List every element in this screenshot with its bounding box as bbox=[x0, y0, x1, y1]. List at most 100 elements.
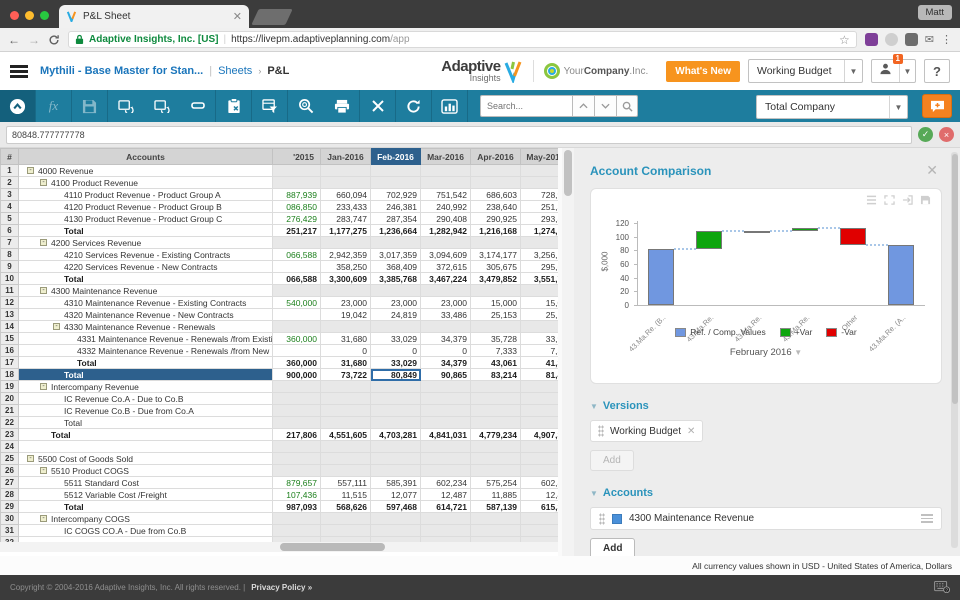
value-cell[interactable] bbox=[273, 417, 321, 429]
value-cell[interactable]: 81,45 bbox=[521, 369, 559, 381]
value-cell[interactable]: 585,391 bbox=[371, 477, 421, 489]
account-cell[interactable]: -4330 Maintenance Revenue - Renewals bbox=[19, 321, 273, 333]
value-cell[interactable]: 25,153 bbox=[471, 309, 521, 321]
value-cell[interactable] bbox=[321, 237, 371, 249]
value-cell[interactable]: 614,721 bbox=[421, 501, 471, 513]
value-cell[interactable] bbox=[471, 441, 521, 453]
value-cell[interactable]: 240,992 bbox=[421, 201, 471, 213]
search-prev-button[interactable] bbox=[572, 95, 594, 117]
value-cell[interactable]: 23,000 bbox=[321, 297, 371, 309]
chart-menu-icon[interactable] bbox=[866, 195, 877, 205]
value-cell[interactable]: 290,408 bbox=[421, 213, 471, 225]
account-cell[interactable]: IC Revenue Co.B - Due from Co.A bbox=[19, 405, 273, 417]
value-cell[interactable]: 11,885 bbox=[471, 489, 521, 501]
value-cell[interactable] bbox=[321, 393, 371, 405]
collapse-minus-icon[interactable]: - bbox=[27, 455, 34, 462]
value-cell[interactable]: 31,680 bbox=[321, 357, 371, 369]
back-icon[interactable]: ← bbox=[8, 33, 20, 47]
value-cell[interactable] bbox=[521, 417, 559, 429]
account-cell[interactable]: 4110 Product Revenue - Product Group A bbox=[19, 189, 273, 201]
close-sheet-button[interactable] bbox=[360, 90, 396, 122]
value-cell[interactable]: 290,925 bbox=[471, 213, 521, 225]
value-cell[interactable]: 372,615 bbox=[421, 261, 471, 273]
value-cell[interactable] bbox=[521, 285, 559, 297]
column-header-jan-2016[interactable]: Jan-2016 bbox=[321, 149, 371, 165]
value-cell[interactable]: 41,30 bbox=[521, 357, 559, 369]
value-cell[interactable] bbox=[471, 285, 521, 297]
browser-tab[interactable]: P&L Sheet ✕ bbox=[59, 5, 249, 28]
account-cell[interactable]: 4120 Product Revenue - Product Group B bbox=[19, 201, 273, 213]
value-cell[interactable]: 686,603 bbox=[471, 189, 521, 201]
chart-period-selector[interactable]: February 2016 ▼ bbox=[591, 347, 941, 358]
value-cell[interactable] bbox=[471, 177, 521, 189]
value-cell[interactable]: 12,43 bbox=[521, 489, 559, 501]
value-cell[interactable] bbox=[273, 393, 321, 405]
value-cell[interactable]: 1,236,664 bbox=[371, 225, 421, 237]
value-cell[interactable]: 0 bbox=[421, 345, 471, 357]
address-bar[interactable]: Adaptive Insights, Inc. [US] | https://l… bbox=[68, 31, 857, 48]
row-number[interactable]: 12 bbox=[1, 297, 19, 309]
value-cell[interactable]: 987,093 bbox=[273, 501, 321, 513]
account-cell[interactable]: Total bbox=[19, 225, 273, 237]
paste-special-button[interactable] bbox=[216, 90, 252, 122]
account-cell[interactable]: -4200 Services Revenue bbox=[19, 237, 273, 249]
page-url[interactable]: https://livepm.adaptiveplanning.com/app bbox=[231, 34, 409, 45]
value-cell[interactable] bbox=[273, 513, 321, 525]
value-cell[interactable] bbox=[321, 513, 371, 525]
value-cell[interactable] bbox=[321, 381, 371, 393]
value-cell[interactable] bbox=[471, 525, 521, 537]
collapse-minus-icon[interactable]: - bbox=[27, 167, 34, 174]
value-cell[interactable] bbox=[471, 165, 521, 177]
whats-new-button[interactable]: What's New bbox=[666, 61, 740, 82]
row-number[interactable]: 27 bbox=[1, 477, 19, 489]
value-cell[interactable] bbox=[371, 417, 421, 429]
waterfall-bar-pos[interactable] bbox=[792, 228, 818, 230]
row-number[interactable]: 31 bbox=[1, 525, 19, 537]
collapse-minus-icon[interactable]: - bbox=[40, 239, 47, 246]
value-cell[interactable]: 540,000 bbox=[273, 297, 321, 309]
waterfall-bar-ref[interactable] bbox=[648, 249, 674, 305]
column-header-accounts[interactable]: Accounts bbox=[19, 149, 273, 165]
value-cell[interactable]: 12,487 bbox=[421, 489, 471, 501]
row-number[interactable]: 1 bbox=[1, 165, 19, 177]
remove-version-icon[interactable]: ✕ bbox=[687, 426, 695, 437]
row-number[interactable]: 6 bbox=[1, 225, 19, 237]
value-cell[interactable]: 34,379 bbox=[421, 357, 471, 369]
value-cell[interactable]: 3,017,359 bbox=[371, 249, 421, 261]
value-cell[interactable]: 1,216,168 bbox=[471, 225, 521, 237]
row-number[interactable]: 4 bbox=[1, 201, 19, 213]
chart-expand-icon[interactable] bbox=[884, 195, 895, 205]
value-cell[interactable] bbox=[273, 405, 321, 417]
value-cell[interactable]: 23,000 bbox=[421, 297, 471, 309]
value-cell[interactable] bbox=[471, 465, 521, 477]
value-cell[interactable]: 597,468 bbox=[371, 501, 421, 513]
account-cell[interactable]: Total bbox=[19, 357, 273, 369]
site-identity[interactable]: Adaptive Insights, Inc. [US] bbox=[89, 34, 218, 45]
value-cell[interactable]: 702,929 bbox=[371, 189, 421, 201]
grid-vertical-scrollbar[interactable] bbox=[562, 148, 574, 556]
value-cell[interactable]: 3,256,13 bbox=[521, 249, 559, 261]
value-cell[interactable]: 575,254 bbox=[471, 477, 521, 489]
value-cell[interactable]: 360,000 bbox=[273, 333, 321, 345]
value-cell[interactable]: 7,33 bbox=[521, 345, 559, 357]
breadcrumb-sheets-link[interactable]: Sheets bbox=[218, 65, 252, 77]
value-cell[interactable] bbox=[371, 453, 421, 465]
value-cell[interactable] bbox=[273, 177, 321, 189]
account-cell[interactable]: 4331 Maintenance Revenue - Renewals /fro… bbox=[19, 333, 273, 345]
value-cell[interactable] bbox=[371, 285, 421, 297]
value-cell[interactable]: 25,15 bbox=[521, 309, 559, 321]
selected-cell[interactable]: 80,849 bbox=[371, 369, 421, 381]
accounts-header[interactable]: ▼ Accounts bbox=[590, 487, 942, 499]
remove-row-button[interactable] bbox=[180, 90, 216, 122]
account-cell[interactable]: -4300 Maintenance Revenue bbox=[19, 285, 273, 297]
value-cell[interactable]: 15,00 bbox=[521, 297, 559, 309]
account-list-item[interactable]: 4300 Maintenance Revenue bbox=[590, 507, 942, 530]
chart-export-icon[interactable] bbox=[902, 195, 913, 205]
value-cell[interactable]: 066,588 bbox=[273, 249, 321, 261]
value-cell[interactable]: 358,250 bbox=[321, 261, 371, 273]
value-cell[interactable]: 1,274,12 bbox=[521, 225, 559, 237]
value-cell[interactable] bbox=[421, 405, 471, 417]
value-cell[interactable]: 1,177,275 bbox=[321, 225, 371, 237]
value-cell[interactable] bbox=[371, 513, 421, 525]
value-cell[interactable]: 7,333 bbox=[471, 345, 521, 357]
